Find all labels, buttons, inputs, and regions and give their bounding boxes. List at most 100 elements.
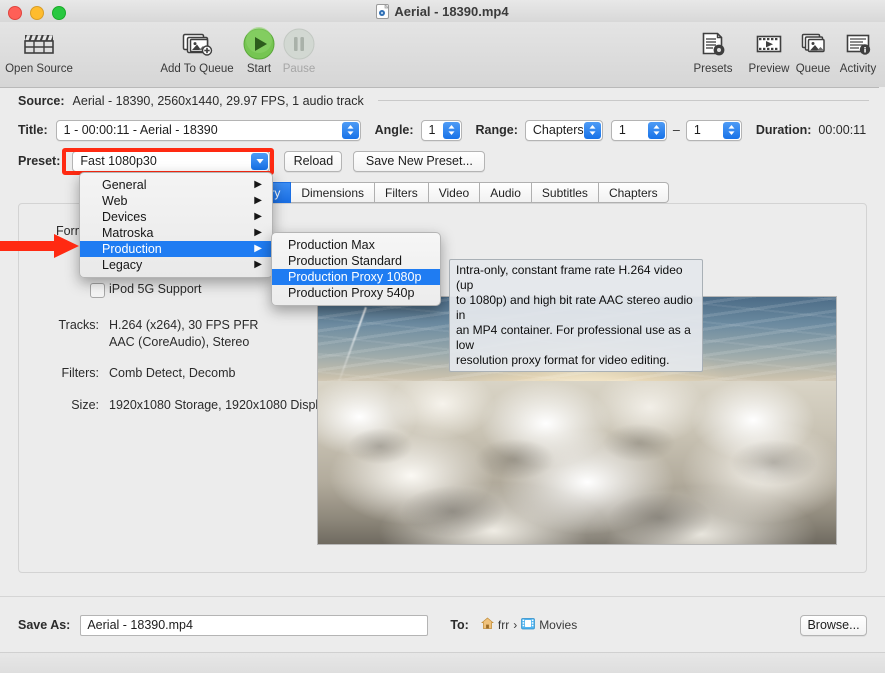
menu-item-devices-label: Devices: [102, 210, 147, 224]
tab-dimensions-label: Dimensions: [301, 185, 365, 200]
tab-audio-label: Audio: [490, 185, 521, 200]
range-end-select[interactable]: 1: [685, 119, 742, 141]
tab-dimensions[interactable]: Dimensions: [291, 182, 376, 203]
reload-label: Reload: [293, 154, 334, 168]
presets-button[interactable]: Presets: [685, 27, 741, 75]
angle-select[interactable]: 1: [420, 119, 462, 141]
play-icon: [240, 27, 278, 61]
chevron-updown-icon[interactable]: [583, 121, 601, 139]
preset-select-value: Fast 1080p30: [80, 154, 157, 168]
menu-item-general[interactable]: General ▶: [80, 177, 272, 193]
tab-video-label: Video: [438, 185, 470, 200]
presets-label: Presets: [693, 63, 733, 75]
submenu-item-production-proxy-1080p-label: Production Proxy 1080p: [288, 270, 422, 284]
tracks-line-2: AAC (CoreAudio), Stereo: [109, 335, 250, 349]
tab-audio[interactable]: Audio: [480, 182, 532, 203]
range-start-select[interactable]: 1: [610, 119, 667, 141]
submenu-arrow-icon: ▶: [254, 227, 262, 238]
tab-chapters-label: Chapters: [608, 185, 658, 200]
menu-item-legacy[interactable]: Legacy ▶: [80, 257, 272, 273]
chevron-updown-icon[interactable]: [647, 121, 665, 139]
activity-label: Activity: [839, 63, 877, 75]
preset-dropdown-menu[interactable]: General ▶ Web ▶ Devices ▶ Matroska ▶ Pro…: [79, 172, 273, 278]
preview-clouds: [318, 380, 836, 544]
submenu-item-production-proxy-540p[interactable]: Production Proxy 540p: [272, 285, 440, 301]
filters-value: Comb Detect, Decomb: [109, 366, 236, 380]
presets-icon: [698, 27, 728, 61]
chevron-updown-icon[interactable]: [722, 121, 740, 139]
menu-item-matroska[interactable]: Matroska ▶: [80, 225, 272, 241]
menu-item-devices[interactable]: Devices ▶: [80, 209, 272, 225]
add-to-queue-button[interactable]: Add To Queue: [158, 27, 236, 75]
menu-item-web[interactable]: Web ▶: [80, 193, 272, 209]
submenu-item-production-proxy-1080p[interactable]: Production Proxy 1080p: [272, 269, 440, 285]
tab-video[interactable]: Video: [428, 182, 481, 203]
tab-filters[interactable]: Filters: [375, 182, 429, 203]
home-folder-icon: [480, 617, 494, 633]
save-as-bar: Save As: Aerial - 18390.mp4 To: frr › Mo…: [0, 596, 885, 653]
production-submenu[interactable]: Production Max Production Standard Produ…: [271, 232, 441, 306]
title-select[interactable]: 1 - 00:00:11 - Aerial - 18390: [55, 119, 361, 141]
start-label: Start: [246, 63, 272, 75]
tab-chapters[interactable]: Chapters: [598, 182, 669, 203]
save-as-label: Save As:: [18, 618, 71, 632]
size-label: Size:: [71, 398, 99, 412]
window-bottom-strip: [0, 652, 885, 673]
preview-film-icon: [754, 27, 784, 61]
source-divider: [377, 100, 869, 101]
preview-label: Preview: [748, 63, 790, 75]
chevron-updown-icon[interactable]: [442, 121, 460, 139]
submenu-item-production-max[interactable]: Production Max: [272, 237, 440, 253]
chevron-updown-icon[interactable]: [341, 121, 359, 139]
range-end-value: 1: [693, 123, 701, 137]
chevron-down-icon[interactable]: [251, 152, 269, 170]
submenu-item-production-standard[interactable]: Production Standard: [272, 253, 440, 269]
range-start-value: 1: [618, 123, 626, 137]
open-source-button[interactable]: Open Source: [0, 27, 78, 75]
preset-select[interactable]: Fast 1080p30: [72, 150, 271, 172]
save-new-preset-button[interactable]: Save New Preset...: [353, 150, 486, 172]
submenu-arrow-icon: ▶: [254, 243, 262, 254]
activity-log-icon: [843, 27, 873, 61]
angle-select-value: 1: [428, 123, 436, 137]
ipod-5g-support-label: iPod 5G Support: [109, 282, 202, 296]
submenu-item-production-proxy-540p-label: Production Proxy 540p: [288, 286, 415, 300]
pause-button[interactable]: Pause: [279, 27, 319, 75]
clapperboard-icon: [22, 27, 56, 61]
tooltip-line-1: Intra-only, constant frame rate H.264 vi…: [456, 263, 683, 292]
red-pointer-arrow: [0, 232, 80, 265]
ipod-5g-support-checkbox[interactable]: [90, 283, 105, 298]
path-folder-label: Movies: [539, 618, 578, 632]
movies-folder-icon: [521, 617, 536, 633]
menu-item-production[interactable]: Production ▶: [80, 241, 272, 257]
source-value: Aerial - 18390, 2560x1440, 29.97 FPS, 1 …: [72, 93, 364, 108]
duration-value: 00:00:11: [818, 123, 867, 137]
menu-item-production-label: Production: [102, 242, 162, 256]
size-value: 1920x1080 Storage, 1920x1080 Display: [109, 398, 332, 412]
activity-button[interactable]: Activity: [831, 27, 885, 75]
tab-subtitles[interactable]: Subtitles: [531, 182, 599, 203]
window-title: Aerial - 18390.mp4: [0, 0, 885, 22]
range-dash: –: [672, 123, 680, 137]
reload-button[interactable]: Reload: [284, 150, 343, 172]
queue-stack-icon: [798, 27, 828, 61]
add-to-queue-icon: [180, 27, 214, 61]
title-select-value: 1 - 00:00:11 - Aerial - 18390: [63, 123, 218, 137]
tooltip-line-3: an MP4 container. For professional use a…: [456, 323, 691, 352]
tab-subtitles-label: Subtitles: [541, 185, 588, 200]
title-range-row: Title: 1 - 00:00:11 - Aerial - 18390 Ang…: [0, 115, 885, 145]
range-type-value: Chapters: [532, 123, 584, 137]
range-label: Range:: [475, 123, 518, 137]
save-as-filename-input[interactable]: Aerial - 18390.mp4: [80, 614, 429, 636]
title-label: Title:: [18, 123, 48, 137]
settings-tab-bar[interactable]: Summary Dimensions Filters Video Audio S…: [218, 182, 669, 203]
path-home-label: frr: [497, 618, 510, 632]
submenu-arrow-icon: ▶: [254, 259, 262, 270]
destination-path[interactable]: frr › Movies: [480, 617, 578, 633]
range-type-select[interactable]: Chapters: [524, 119, 603, 141]
browse-button[interactable]: Browse...: [800, 614, 867, 636]
browse-label: Browse...: [807, 618, 860, 632]
menu-item-matroska-label: Matroska: [102, 226, 154, 240]
submenu-arrow-icon: ▶: [254, 179, 262, 190]
start-button[interactable]: Start: [239, 27, 279, 75]
